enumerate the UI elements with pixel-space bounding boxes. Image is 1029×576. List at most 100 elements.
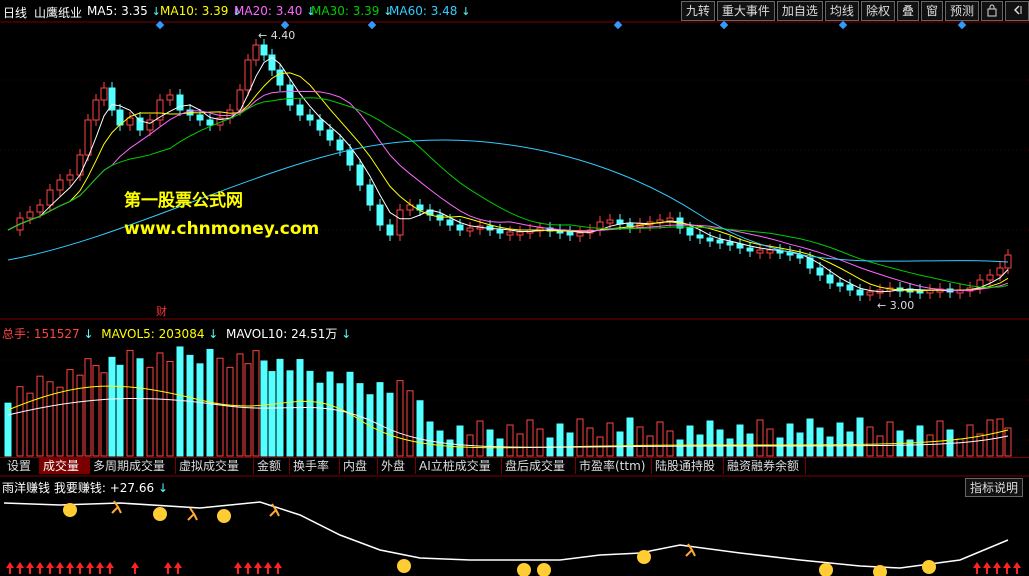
tab-12[interactable]: 融资融券余额 <box>724 458 806 474</box>
volume-bar <box>326 371 334 457</box>
kline-candle <box>846 284 854 291</box>
volume-bar <box>176 346 184 457</box>
kline-candle <box>26 211 34 219</box>
smiley-icon <box>63 503 77 517</box>
tab-9[interactable]: 盘后成交量 <box>502 458 576 474</box>
kline-candle <box>376 204 384 226</box>
buy-arrow-icon <box>26 562 34 574</box>
kline-candle <box>396 209 404 236</box>
volume-bar <box>566 432 574 457</box>
tab-10[interactable]: 市盈率(ttm) <box>576 458 652 474</box>
volume-bar <box>376 382 384 457</box>
volume-bar <box>576 418 584 457</box>
buy-arrow-icon <box>234 562 242 574</box>
kline-candle <box>126 117 134 126</box>
volume-bar <box>986 419 994 457</box>
buy-arrow-icon <box>76 562 84 574</box>
volume-bar <box>716 429 724 457</box>
kline-candle <box>276 69 284 86</box>
volume-bar <box>268 371 276 457</box>
buy-arrow-icon <box>131 562 139 574</box>
tab-11[interactable]: 陆股通持股 <box>652 458 724 474</box>
kline-candle <box>466 227 474 232</box>
finance-marker[interactable]: 财 <box>156 303 167 319</box>
volume-bar <box>306 370 314 457</box>
buy-arrow-icon <box>1003 562 1011 574</box>
volume-bar <box>186 354 194 457</box>
volume-bar <box>216 357 224 457</box>
volume-bar <box>16 386 24 457</box>
volume-bar <box>816 427 824 457</box>
volume-bar <box>876 435 884 457</box>
volume-bar <box>436 430 444 457</box>
volume-bar <box>316 382 324 457</box>
watermark-url: www.chnmoney.com <box>124 219 320 239</box>
volume-bar <box>926 434 934 457</box>
smiley-icon <box>537 563 551 576</box>
volume-bar <box>46 381 54 457</box>
kline-candle <box>316 119 324 131</box>
kline-candle <box>796 254 804 259</box>
volume-bar <box>76 374 84 457</box>
volume-bar <box>386 392 394 457</box>
smiley-icon <box>153 507 167 521</box>
volume-bar <box>956 438 964 457</box>
tab-1[interactable]: 成交量 <box>40 458 90 474</box>
volume-bar <box>666 430 674 457</box>
volume-bar <box>156 352 164 457</box>
kline-candle <box>576 232 584 237</box>
smiley-icon <box>217 509 231 523</box>
tab-5[interactable]: 换手率 <box>290 458 340 474</box>
buy-arrow-icon <box>66 562 74 574</box>
buy-arrow-icon <box>36 562 44 574</box>
indicator-help-button[interactable]: 指标说明 <box>964 478 1023 497</box>
tab-0[interactable]: 设置 <box>4 458 40 474</box>
buy-arrow-icon <box>264 562 272 574</box>
kline-candle <box>686 227 694 236</box>
indicator-name[interactable]: 雨洋赚钱 <box>2 481 50 495</box>
kline-candle <box>100 87 108 101</box>
smiley-icon <box>397 559 411 573</box>
kline-candle <box>326 129 334 141</box>
volume-bar <box>166 360 174 457</box>
kline-candle <box>46 189 54 206</box>
volume-bar <box>456 425 464 457</box>
volume-bar <box>84 358 92 457</box>
volume-bar <box>196 363 204 457</box>
smiley-icon <box>517 563 531 576</box>
kline-candle <box>756 249 764 254</box>
volume-bar <box>916 425 924 457</box>
volume-bar <box>92 365 100 457</box>
kline-candle <box>766 249 774 254</box>
volume-bar <box>116 364 124 457</box>
volume-bar <box>766 428 774 457</box>
volume-bar <box>108 356 116 457</box>
volume-bar <box>736 424 744 457</box>
buy-arrow-icon <box>254 562 262 574</box>
volume-bar <box>4 402 12 457</box>
volume-bar <box>966 424 974 457</box>
volume-bar <box>476 420 484 457</box>
volume-bar <box>626 417 634 457</box>
volume-bar <box>416 400 424 457</box>
tab-2[interactable]: 多周期成交量 <box>90 458 176 474</box>
volume-bar <box>146 366 154 457</box>
volume-bar <box>226 366 234 457</box>
volume-bar <box>976 433 984 457</box>
tab-7[interactable]: 外盘 <box>378 458 416 474</box>
kline-candle <box>56 179 64 191</box>
volume-bar <box>936 420 944 457</box>
tab-4[interactable]: 金额 <box>254 458 290 474</box>
smiley-icon <box>922 560 936 574</box>
indicator-legend: 雨洋赚钱 我要赚钱: +27.66 ↓ <box>2 481 169 495</box>
kline-candle <box>386 224 394 236</box>
volume-bar <box>336 383 344 457</box>
kline-candle <box>816 267 824 276</box>
kline-candle <box>606 219 614 224</box>
volume-bar <box>244 363 252 457</box>
tab-6[interactable]: 内盘 <box>340 458 378 474</box>
volume-bar <box>606 422 614 457</box>
tab-8[interactable]: AI立桩成交量 <box>416 458 502 474</box>
tab-3[interactable]: 虚拟成交量 <box>176 458 254 474</box>
volume-bar <box>676 439 684 457</box>
